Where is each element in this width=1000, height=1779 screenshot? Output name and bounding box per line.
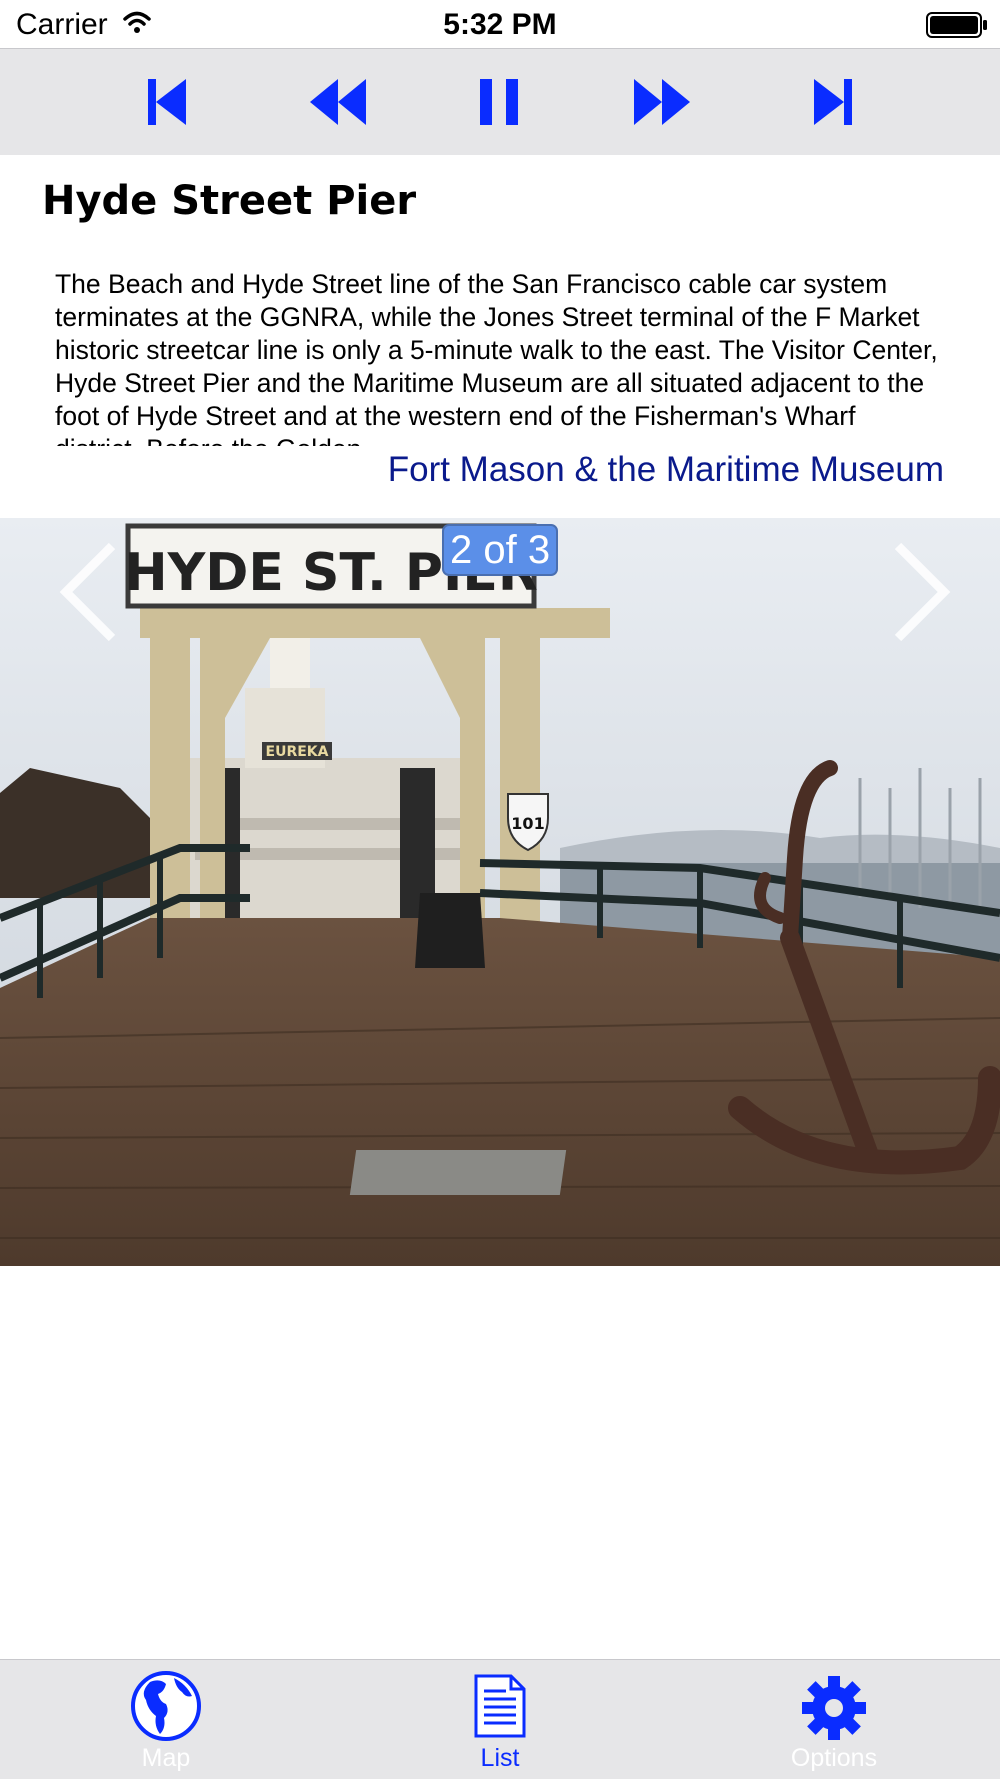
next-stop-link[interactable]: Fort Mason & the Maritime Museum (388, 450, 944, 490)
tab-list-label: List (480, 1744, 520, 1772)
description-scroll[interactable]: The Beach and Hyde Street line of the Sa… (55, 268, 945, 446)
battery-icon (926, 12, 987, 38)
skip-to-start-icon[interactable] (146, 77, 188, 127)
tab-list[interactable]: List (400, 1660, 600, 1779)
stop-photo[interactable]: EUREKA HYDE ST. PIER 101 (0, 518, 1000, 1266)
tab-options-label: Options (790, 1744, 878, 1772)
stop-description: The Beach and Hyde Street line of the Sa… (55, 269, 938, 446)
tab-bar: Map List Options (0, 1659, 1000, 1779)
fast-forward-icon[interactable] (632, 77, 692, 127)
tab-map-label: Map (141, 1744, 191, 1772)
rewind-icon[interactable] (308, 77, 368, 127)
stop-title: Hyde Street Pier (42, 178, 417, 224)
pier-photo-illustration: EUREKA HYDE ST. PIER 101 (0, 518, 1000, 1266)
tab-map[interactable]: Map (66, 1660, 266, 1779)
chevron-left-icon[interactable] (58, 540, 118, 644)
status-time: 5:32 PM (443, 8, 557, 41)
document-icon (474, 1674, 526, 1738)
skip-to-end-icon[interactable] (812, 77, 854, 127)
globe-icon (131, 1671, 201, 1741)
chevron-right-icon[interactable] (892, 540, 952, 644)
tab-options[interactable]: Options (734, 1660, 934, 1779)
pause-icon[interactable] (478, 77, 520, 127)
ship-name-board: EUREKA (266, 744, 329, 760)
route-shield: 101 (511, 814, 544, 833)
status-bar: Carrier 5:32 PM (0, 0, 1000, 48)
photo-counter: 2 of 3 (442, 524, 559, 576)
audio-player-toolbar (0, 48, 1000, 155)
gear-icon (802, 1676, 866, 1740)
